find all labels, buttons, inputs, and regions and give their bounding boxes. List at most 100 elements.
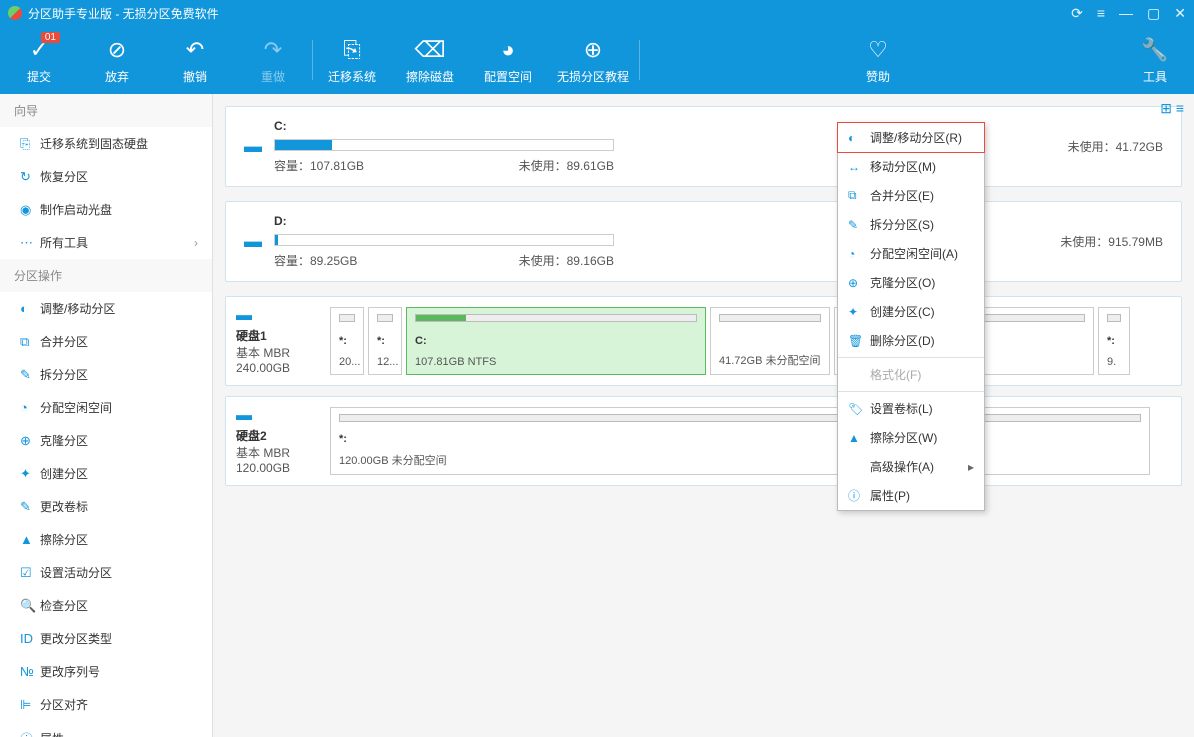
sidebar-item-label: 检查分区 — [40, 597, 198, 614]
refresh-icon[interactable]: ⟳ — [1071, 5, 1083, 22]
sidebar-item[interactable]: ⊫分区对齐 — [0, 688, 212, 721]
disk-partition[interactable]: *: 9. — [1098, 307, 1130, 375]
wrench-icon: 🔧 — [1141, 36, 1168, 64]
usage-bar — [274, 234, 614, 246]
sidebar-item[interactable]: ⓘ属性 — [0, 721, 212, 737]
partition-bar — [719, 314, 821, 322]
disk-name: 硬盘1 — [236, 327, 326, 344]
partition-info: 12... — [377, 356, 393, 368]
menu-item[interactable]: ◐调整/移动分区(R) — [837, 122, 985, 153]
context-menu: ◐调整/移动分区(R)↔移动分区(M)⧉合并分区(E)✎拆分分区(S)◔分配空闲… — [837, 122, 985, 511]
migrate-button[interactable]: ⎘ 迁移系统 — [313, 26, 391, 94]
sidebar-item[interactable]: ✎拆分分区 — [0, 358, 212, 391]
disk-type: 基本 MBR — [236, 444, 326, 461]
partition-card[interactable]: ▬ D: 容量：89.25GB 未使用：89.16GB 未使用：915.79MB — [225, 201, 1182, 282]
menu-item[interactable]: ⧉合并分区(E) — [838, 181, 984, 210]
sidebar-item-label: 设置活动分区 — [40, 564, 198, 581]
sponsor-button[interactable]: ♡ 赞助 — [839, 26, 917, 94]
menu-item[interactable]: ▲擦除分区(W) — [838, 423, 984, 452]
sidebar-item[interactable]: ⋯所有工具› — [0, 226, 212, 259]
disk-partition[interactable]: C: 107.81GB NTFS — [406, 307, 706, 375]
undo-button[interactable]: ↶ 撤销 — [156, 26, 234, 94]
disk-partition[interactable]: *: 20... — [330, 307, 364, 375]
ops-section-title: 分区操作 — [0, 259, 212, 292]
tools-button[interactable]: 🔧 工具 — [1116, 26, 1194, 94]
view-toggle-icon[interactable]: ⊞ ≡ — [1160, 100, 1184, 117]
menu-item[interactable]: ⊕克隆分区(O) — [838, 268, 984, 297]
sidebar-item[interactable]: ⧉合并分区 — [0, 325, 212, 358]
drive-icon: ▬ — [244, 136, 274, 157]
sidebar-item[interactable]: ↻恢复分区 — [0, 160, 212, 193]
minimize-icon[interactable]: — — [1119, 5, 1133, 22]
menu-item-icon: ⓘ — [848, 487, 870, 504]
tutorial-button[interactable]: ⊕ 无损分区教程 — [547, 26, 639, 94]
sidebar-item[interactable]: ☑设置活动分区 — [0, 556, 212, 589]
sidebar-item-label: 恢复分区 — [40, 168, 198, 185]
close-icon[interactable]: ✕ — [1174, 5, 1186, 22]
disk-row: ▬ 硬盘1 基本 MBR 240.00GB *: 20... *: 12... … — [225, 296, 1182, 386]
menu-item[interactable]: 高级操作(A)▸ — [838, 452, 984, 481]
sidebar-item[interactable]: ◉制作启动光盘 — [0, 193, 212, 226]
sidebar-item-label: 更改序列号 — [40, 663, 198, 680]
wizard-section-title: 向导 — [0, 94, 212, 127]
partition-card[interactable]: ▬ C: 容量：107.81GB 未使用：89.61GB 未使用：41.72GB — [225, 106, 1182, 187]
menu-item[interactable]: ✎拆分分区(S) — [838, 210, 984, 239]
sidebar-item[interactable]: ✎更改卷标 — [0, 490, 212, 523]
disk-partition[interactable]: 41.72GB 未分配空间 — [710, 307, 830, 375]
sidebar-item[interactable]: ✦创建分区 — [0, 457, 212, 490]
sidebar-icon: ⋯ — [20, 235, 40, 251]
sidebar-item-label: 更改分区类型 — [40, 630, 198, 647]
sidebar-item-label: 调整/移动分区 — [40, 300, 198, 317]
menu-separator — [838, 357, 984, 358]
capacity-label: 容量：107.81GB — [274, 157, 364, 174]
sidebar-item[interactable]: ⊕克隆分区 — [0, 424, 212, 457]
sidebar-item-label: 拆分分区 — [40, 366, 198, 383]
redo-icon: ↷ — [264, 36, 282, 64]
config-button[interactable]: ◕ 配置空间 — [469, 26, 547, 94]
partition-info: 20... — [339, 356, 355, 368]
menu-item[interactable]: ✦创建分区(C) — [838, 297, 984, 326]
disk-partition[interactable]: *: 120.00GB 未分配空间 — [330, 407, 1150, 475]
menu-item[interactable]: 🗑删除分区(D) — [838, 326, 984, 355]
wipe-button[interactable]: ⌫ 擦除磁盘 — [391, 26, 469, 94]
menu-item-label: 调整/移动分区(R) — [870, 129, 974, 146]
sidebar-icon: ⊫ — [20, 697, 40, 713]
sidebar-item[interactable]: ▲擦除分区 — [0, 523, 212, 556]
menu-item-label: 擦除分区(W) — [870, 429, 974, 446]
partition-info: 41.72GB 未分配空间 — [719, 352, 821, 368]
menu-item[interactable]: ⓘ属性(P) — [838, 481, 984, 510]
sidebar-item[interactable]: ◐调整/移动分区 — [0, 292, 212, 325]
disk-partition[interactable]: *: 12... — [368, 307, 402, 375]
sidebar-icon: ▲ — [20, 532, 40, 547]
disk-header[interactable]: ▬ 硬盘1 基本 MBR 240.00GB — [236, 307, 326, 375]
disk-type: 基本 MBR — [236, 344, 326, 361]
menu-separator — [838, 391, 984, 392]
sidebar-item[interactable]: ID更改分区类型 — [0, 622, 212, 655]
menu-item[interactable]: ↔移动分区(M) — [838, 152, 984, 181]
sidebar-item-label: 所有工具 — [40, 234, 194, 251]
partition-label: *: — [339, 433, 1141, 445]
sidebar-item[interactable]: ◔分配空闲空间 — [0, 391, 212, 424]
sidebar-icon: ◐ — [20, 301, 40, 316]
submit-button[interactable]: ✓ 01 提交 — [0, 26, 78, 94]
redo-button[interactable]: ↷ 重做 — [234, 26, 312, 94]
menu-item-icon: 🏷 — [848, 402, 870, 416]
partition-info: 9. — [1107, 356, 1121, 368]
discard-button[interactable]: ⊘ 放弃 — [78, 26, 156, 94]
menu-item-icon: ✦ — [848, 305, 870, 319]
sidebar-icon: ⧉ — [20, 334, 40, 350]
maximize-icon[interactable]: ▢ — [1147, 5, 1160, 22]
disk-header[interactable]: ▬ 硬盘2 基本 MBR 120.00GB — [236, 407, 326, 475]
main-area: ⊞ ≡ ▬ C: 容量：107.81GB 未使用：89.61GB 未使用：41.… — [213, 94, 1194, 737]
menu-item-icon: ⧉ — [848, 188, 870, 203]
menu-item[interactable]: ◔分配空闲空间(A) — [838, 239, 984, 268]
window-title: 分区助手专业版 - 无损分区免费软件 — [28, 5, 1071, 22]
sidebar-icon: ⎘ — [20, 136, 40, 152]
sidebar-item[interactable]: 🔍检查分区 — [0, 589, 212, 622]
sidebar: 向导 ⎘迁移系统到固态硬盘↻恢复分区◉制作启动光盘⋯所有工具› 分区操作 ◐调整… — [0, 94, 213, 737]
sidebar-item[interactable]: №更改序列号 — [0, 655, 212, 688]
menu-item[interactable]: 🏷设置卷标(L) — [838, 394, 984, 423]
usage-bar — [274, 139, 614, 151]
menu-icon[interactable]: ≡ — [1097, 5, 1105, 22]
sidebar-item[interactable]: ⎘迁移系统到固态硬盘 — [0, 127, 212, 160]
